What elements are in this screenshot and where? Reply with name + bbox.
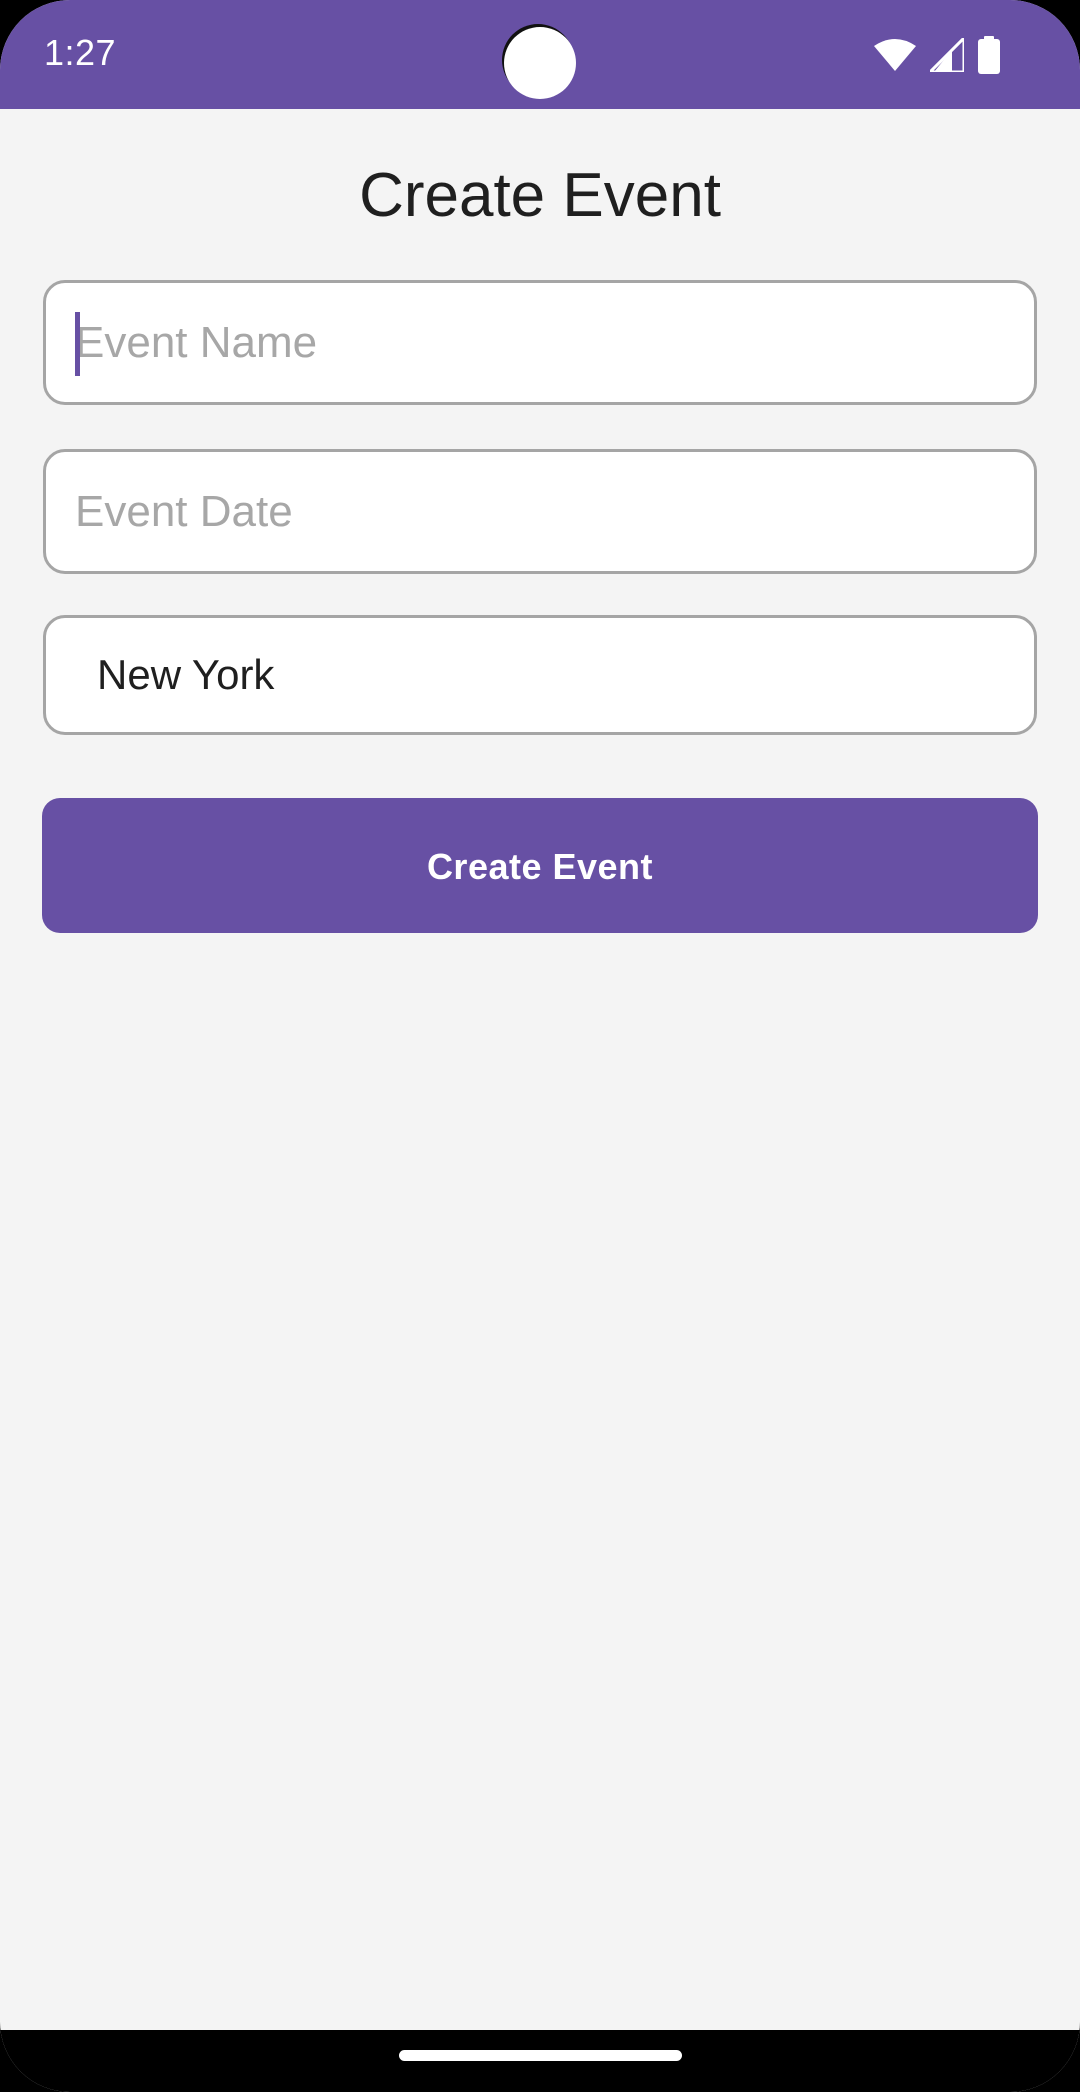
status-time: 1:27 [44, 32, 117, 73]
status-bar: 1:27 [0, 0, 1080, 109]
battery-icon [978, 36, 1000, 74]
wifi-icon [874, 39, 916, 71]
event-name-field[interactable] [43, 280, 1037, 405]
page-title: Create Event [359, 161, 721, 230]
cellular-signal-icon [930, 38, 964, 72]
navigation-bar [0, 2030, 1080, 2092]
event-name-input[interactable] [46, 283, 1034, 402]
home-indicator[interactable] [399, 2050, 682, 2061]
status-icons [874, 36, 1000, 74]
app-screen: 1:27 Create Event Event Name Event Date … [0, 0, 1080, 2092]
location-input[interactable] [46, 618, 1034, 732]
camera-cutout [504, 27, 576, 99]
location-field[interactable] [43, 615, 1037, 735]
create-event-button[interactable]: Create Event [42, 798, 1038, 933]
event-date-field[interactable] [43, 449, 1037, 574]
event-date-input[interactable] [46, 452, 1034, 571]
